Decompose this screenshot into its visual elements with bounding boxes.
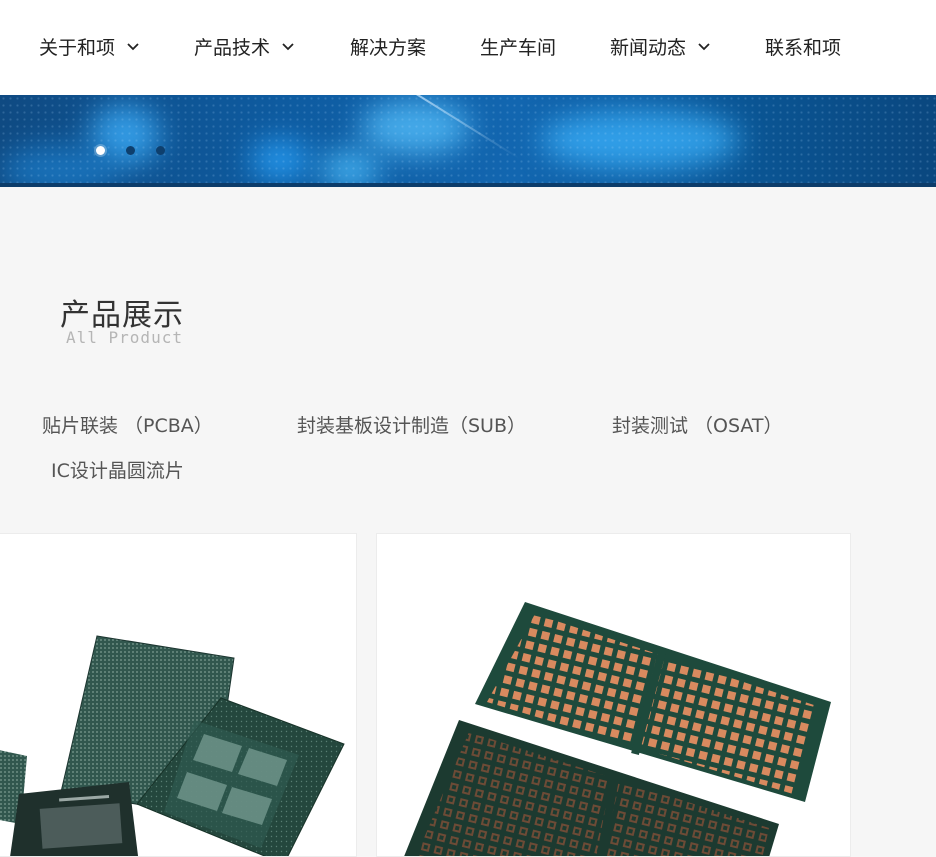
nav-item-news[interactable]: 新闻动态 xyxy=(610,33,712,59)
chevron-down-icon xyxy=(696,38,712,54)
chevron-down-icon xyxy=(125,38,141,54)
nav-item-label: 产品技术 xyxy=(194,36,271,59)
slider-dot[interactable] xyxy=(96,146,105,155)
category-tab-ic-design[interactable]: IC设计晶圆流片 xyxy=(51,456,184,483)
pcb-panel-image xyxy=(404,602,831,856)
product-card[interactable] xyxy=(0,533,357,857)
nav-item-label: 生产车间 xyxy=(480,36,557,59)
nav-item-contact[interactable]: 联系和项 xyxy=(765,33,841,59)
product-card[interactable] xyxy=(376,533,851,857)
slider-dot[interactable] xyxy=(156,146,165,155)
hero-banner xyxy=(0,95,936,187)
category-tab-osat[interactable]: 封装测试 （OSAT） xyxy=(612,411,783,438)
top-nav: 关于和项 产品技术 解决方案 生产车间 新闻动态 联系和项 xyxy=(0,0,936,95)
nav-item-label: 新闻动态 xyxy=(610,36,687,59)
slider-dot[interactable] xyxy=(126,146,135,155)
section-subtitle: All Product xyxy=(66,328,183,347)
nav-item-label: 解决方案 xyxy=(350,36,427,59)
nav-item-products[interactable]: 产品技术 xyxy=(194,33,296,59)
nav-item-label: 联系和项 xyxy=(765,36,842,59)
nav-item-about[interactable]: 关于和项 xyxy=(39,33,141,59)
banner-texture xyxy=(0,95,936,187)
category-tab-sub[interactable]: 封装基板设计制造（SUB） xyxy=(297,411,526,438)
chevron-down-icon xyxy=(280,38,296,54)
chip-substrates-image xyxy=(0,635,345,856)
category-tab-pcba[interactable]: 贴片联装 （PCBA） xyxy=(42,411,213,438)
banner-edge xyxy=(0,183,936,187)
slider-dots xyxy=(96,146,165,155)
nav-item-workshop[interactable]: 生产车间 xyxy=(480,33,556,59)
nav-item-label: 关于和项 xyxy=(39,36,116,59)
nav-item-solutions[interactable]: 解决方案 xyxy=(350,33,426,59)
